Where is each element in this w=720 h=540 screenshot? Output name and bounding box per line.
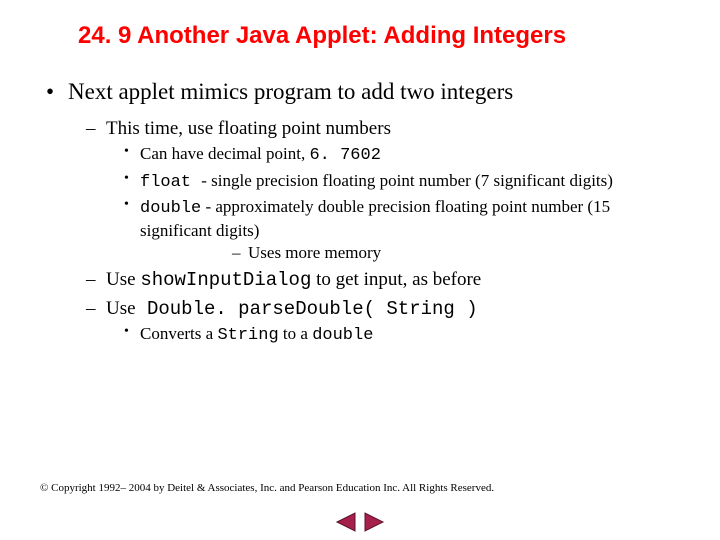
l3-item: Can have decimal point, 6. 7602 [120, 143, 680, 167]
bullet-list-l4: Uses more memory [140, 242, 680, 264]
l3b-code: float [140, 173, 201, 192]
bullet-list-l1: Next applet mimics program to add two in… [40, 78, 680, 347]
next-button[interactable] [363, 513, 385, 530]
l3-item: float - single precision floating point … [120, 170, 680, 194]
bullet-list-l3: Can have decimal point, 6. 7602 float - … [106, 143, 680, 263]
l2b-post: to get input, as before [311, 269, 481, 290]
l2c-l3a-code1: String [217, 326, 278, 345]
prev-icon [335, 512, 357, 532]
bullet-list-l2: This time, use floating point numbers Ca… [68, 117, 680, 348]
nav-controls [0, 512, 720, 532]
l3a-pre: Can have decimal point, [140, 144, 309, 163]
l3c-code: double [140, 199, 201, 218]
l1-text: Next applet mimics program to add two in… [68, 79, 513, 104]
l3b-post: - single precision floating point number… [201, 171, 613, 190]
l4-item: Uses more memory [230, 242, 680, 264]
slide-title: 24. 9 Another Java Applet: Adding Intege… [78, 22, 680, 50]
l2b-code: showInputDialog [140, 269, 311, 291]
l2c-l3a-mid: to a [279, 324, 313, 343]
l2b-pre: Use [106, 269, 140, 290]
l4a-text: Uses more memory [248, 243, 381, 262]
l1-item: Next applet mimics program to add two in… [40, 78, 680, 347]
next-icon [363, 512, 385, 532]
prev-button[interactable] [335, 513, 361, 530]
l2c-l3a-pre: Converts a [140, 324, 217, 343]
l3a-code: 6. 7602 [309, 146, 380, 165]
bullet-list-l3: Converts a String to a double [106, 323, 680, 347]
l2-item: This time, use floating point numbers Ca… [82, 117, 680, 264]
l2a-text: This time, use floating point numbers [106, 118, 391, 139]
l2c-code: Double. parseDouble( String ) [136, 298, 478, 320]
slide: 24. 9 Another Java Applet: Adding Intege… [0, 0, 720, 540]
l2-item: Use showInputDialog to get input, as bef… [82, 268, 680, 293]
l2c-l3a-code2: double [312, 326, 373, 345]
l2-item: Use Double. parseDouble( String ) Conver… [82, 297, 680, 348]
l2c-pre: Use [106, 298, 136, 319]
copyright-footer: © Copyright 1992– 2004 by Deitel & Assoc… [40, 482, 494, 494]
l3-item: double - approximately double precision … [120, 196, 680, 264]
l3c-post: - approximately double precision floatin… [140, 197, 610, 240]
l3-item: Converts a String to a double [120, 323, 680, 347]
